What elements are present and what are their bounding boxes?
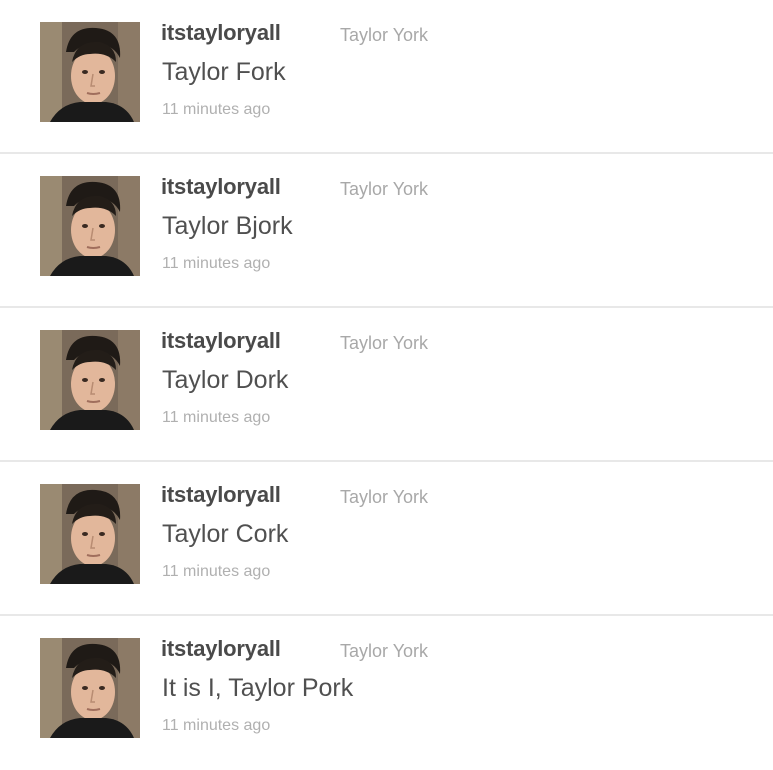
avatar[interactable] — [40, 330, 140, 430]
screen-name[interactable]: itstayloryall — [161, 174, 281, 200]
timestamp[interactable]: 11 minutes ago — [162, 101, 270, 119]
tweet-item: itstayloryall Taylor York Taylor Dork 11… — [0, 308, 773, 462]
full-name: Taylor York — [340, 333, 429, 353]
tweet-text: Taylor Dork — [162, 366, 289, 394]
full-name: Taylor York — [340, 487, 429, 507]
tweet-text: Taylor Fork — [162, 58, 286, 86]
tweet-item: itstayloryall Taylor York Taylor Bjork 1… — [0, 154, 773, 308]
full-name: Taylor York — [340, 641, 429, 661]
avatar[interactable] — [40, 484, 140, 584]
tweet-item: itstayloryall Taylor York Taylor Cork 11… — [0, 462, 773, 616]
full-name: Taylor York — [340, 25, 429, 45]
timestamp[interactable]: 11 minutes ago — [162, 255, 270, 273]
avatar[interactable] — [40, 638, 140, 738]
screen-name[interactable]: itstayloryall — [161, 636, 281, 662]
avatar[interactable] — [40, 22, 140, 122]
full-name: Taylor York — [340, 179, 429, 199]
timestamp[interactable]: 11 minutes ago — [162, 563, 270, 581]
screen-name[interactable]: itstayloryall — [161, 20, 281, 46]
tweet-text: Taylor Bjork — [162, 212, 293, 240]
tweet-item: itstayloryall Taylor York Taylor Fork 11… — [0, 0, 773, 154]
tweet-item: itstayloryall Taylor York It is I, Taylo… — [0, 616, 773, 770]
avatar[interactable] — [40, 176, 140, 276]
tweet-text: Taylor Cork — [162, 520, 289, 548]
tweet-text: It is I, Taylor Pork — [162, 674, 354, 702]
screen-name[interactable]: itstayloryall — [161, 482, 281, 508]
timestamp[interactable]: 11 minutes ago — [162, 409, 270, 427]
screen-name[interactable]: itstayloryall — [161, 328, 281, 354]
timestamp[interactable]: 11 minutes ago — [162, 717, 270, 735]
tweet-feed: itstayloryall Taylor York Taylor Fork 11… — [0, 0, 773, 759]
